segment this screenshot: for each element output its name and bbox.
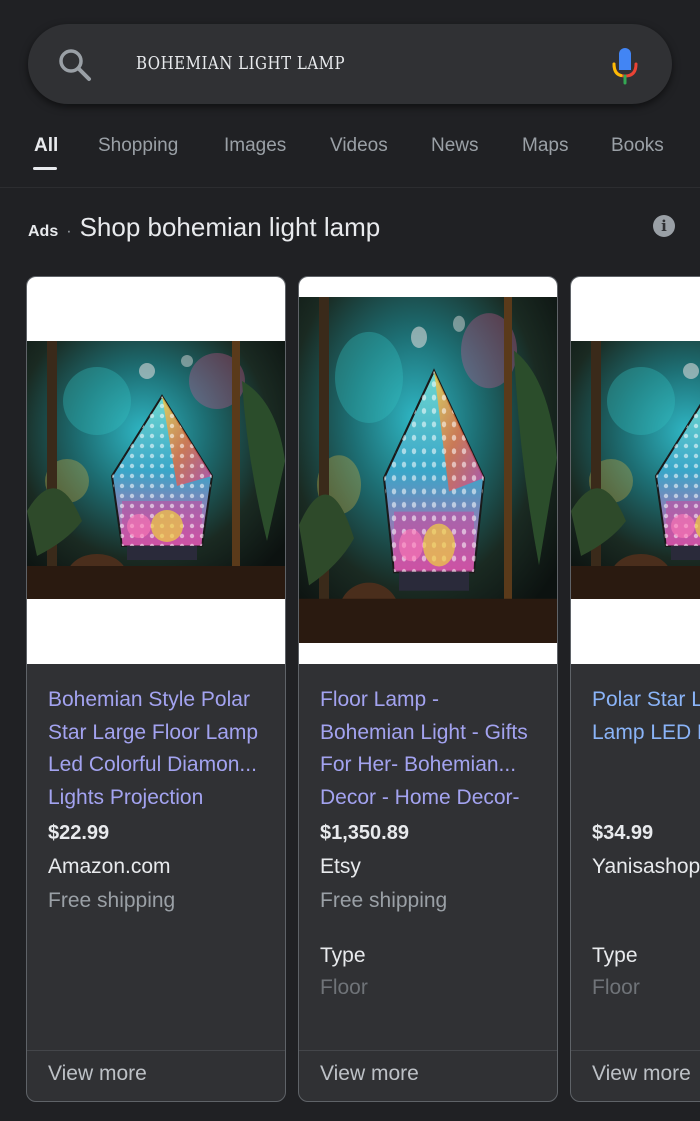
product-image[interactable]: [299, 297, 557, 643]
product-price: $34.99: [592, 822, 654, 844]
product-image-frame[interactable]: [571, 277, 700, 664]
card-divider: [27, 1050, 285, 1051]
product-image[interactable]: [571, 341, 700, 599]
product-card[interactable]: Polar Star L Lamp LED F $34.99 Yanisasho…: [570, 276, 700, 1102]
view-more-link[interactable]: View more: [48, 1062, 147, 1086]
product-seller: Yanisashop: [592, 855, 700, 878]
product-price: $1,350.89: [320, 822, 409, 844]
tab-images[interactable]: Images: [224, 135, 286, 157]
ads-heading: Ads · Shop bohemian light lamp: [28, 212, 380, 252]
search-query-text[interactable]: Bohemian light lamp: [136, 53, 345, 74]
tab-maps[interactable]: Maps: [522, 135, 568, 157]
product-shipping: Free shipping: [48, 889, 176, 912]
search-icon[interactable]: [58, 48, 92, 82]
search-results-page: Bohemian light lamp All Shopping Images …: [0, 0, 700, 1121]
info-icon[interactable]: i: [653, 215, 675, 237]
ads-label: Ads: [28, 223, 59, 240]
tab-shopping[interactable]: Shopping: [98, 135, 178, 157]
active-tab-indicator: [33, 167, 57, 170]
search-tabs: All Shopping Images Videos News Maps Boo…: [0, 125, 700, 188]
tab-all[interactable]: All: [34, 135, 58, 157]
tab-videos[interactable]: Videos: [330, 135, 388, 157]
product-card[interactable]: Bohemian Style Polar Star Large Floor La…: [26, 276, 286, 1102]
product-card[interactable]: Floor Lamp - Bohemian Light - Gifts For …: [298, 276, 558, 1102]
card-divider: [571, 1050, 700, 1051]
product-seller: Amazon.com: [48, 855, 171, 878]
ads-separator: ·: [66, 223, 72, 240]
microphone-icon[interactable]: [610, 46, 640, 86]
ads-section-title: Shop bohemian light lamp: [79, 212, 381, 242]
product-image-frame[interactable]: [299, 277, 557, 664]
product-attribute-value: Floor: [320, 976, 368, 999]
search-bar[interactable]: Bohemian light lamp: [28, 24, 672, 104]
product-seller: Etsy: [320, 855, 361, 878]
product-image-frame[interactable]: [27, 277, 285, 664]
product-attribute-label: Type: [320, 944, 366, 967]
tab-books[interactable]: Books: [611, 135, 664, 157]
product-title-link[interactable]: Floor Lamp - Bohemian Light - Gifts For …: [320, 684, 552, 814]
product-title-link[interactable]: Bohemian Style Polar Star Large Floor La…: [48, 684, 280, 814]
view-more-link[interactable]: View more: [320, 1062, 419, 1086]
product-price: $22.99: [48, 822, 110, 844]
product-attribute-label: Type: [592, 944, 638, 967]
card-divider: [299, 1050, 557, 1051]
tab-news[interactable]: News: [431, 135, 479, 157]
view-more-link[interactable]: View more: [592, 1062, 691, 1086]
product-image[interactable]: [27, 341, 285, 599]
product-attribute-value: Floor: [592, 976, 640, 999]
product-shipping: Free shipping: [320, 889, 448, 912]
product-title-link[interactable]: Polar Star L Lamp LED F: [592, 684, 700, 749]
